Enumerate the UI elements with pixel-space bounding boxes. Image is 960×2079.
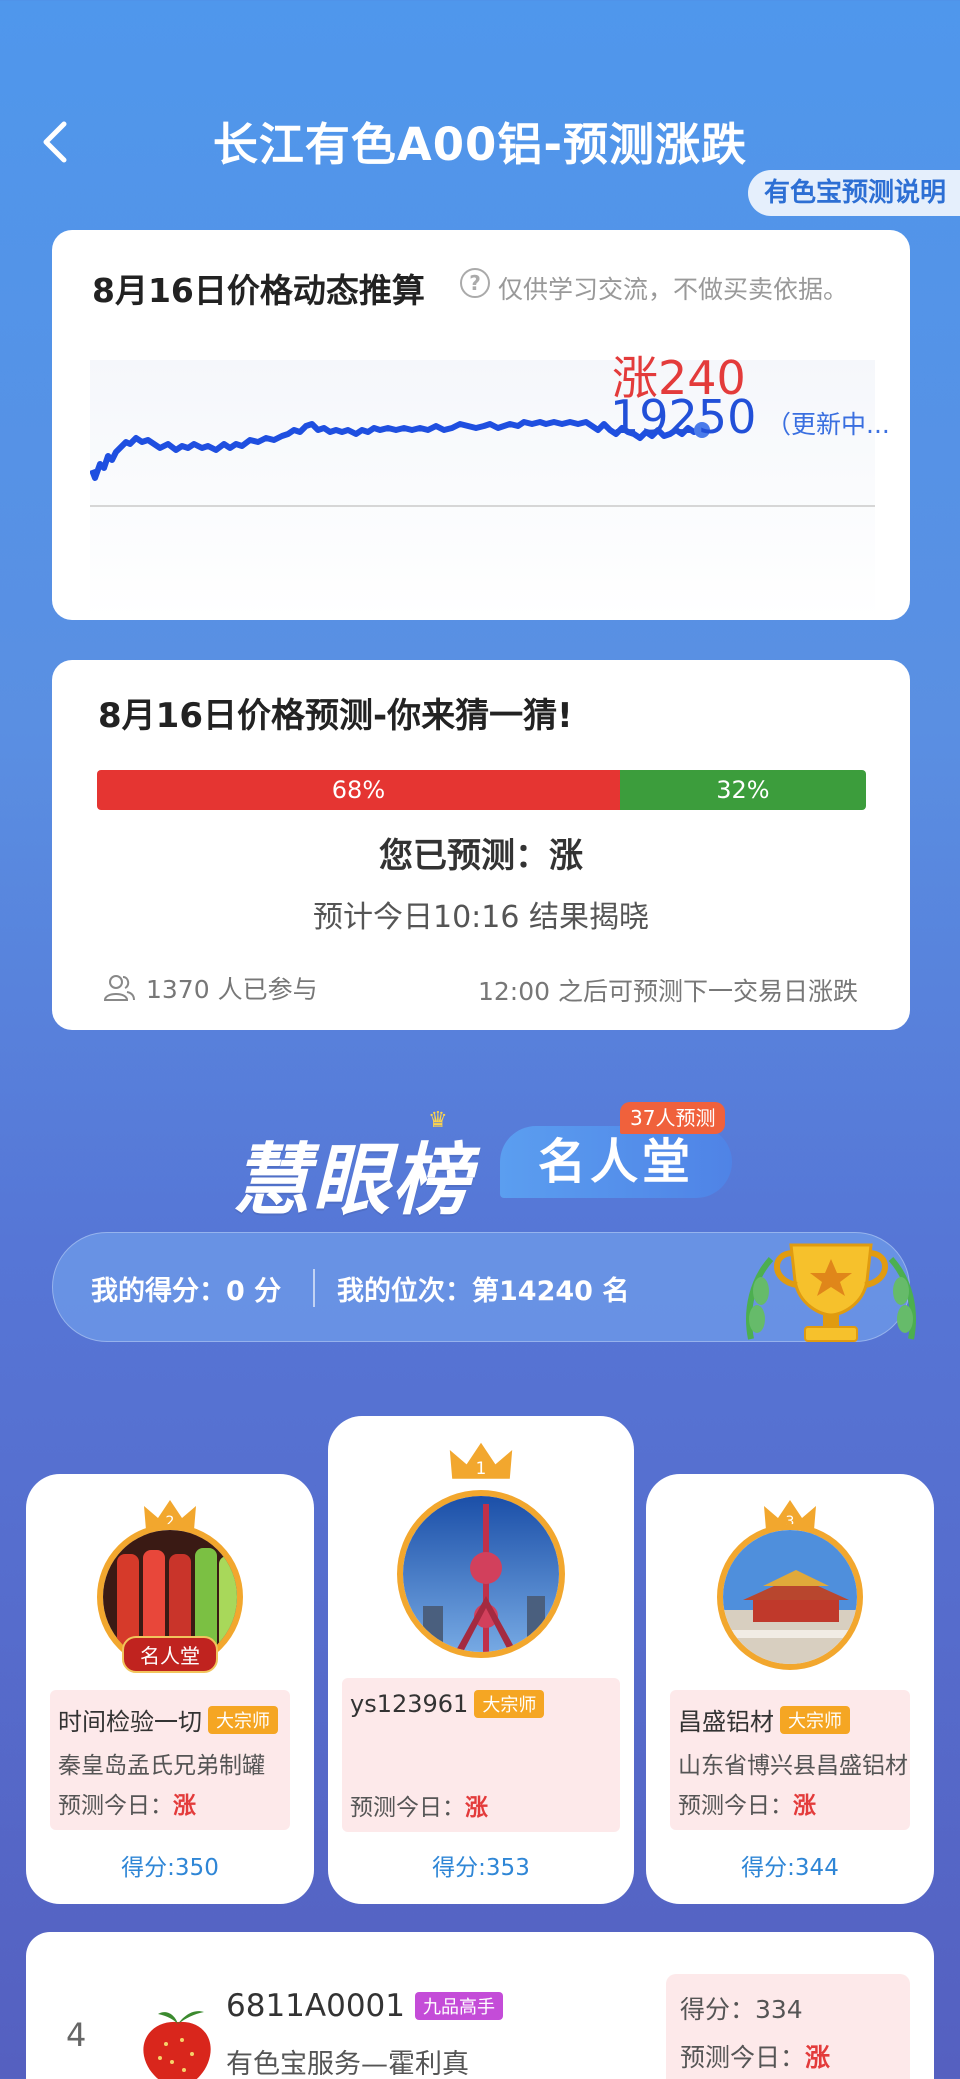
price-line <box>89 419 701 481</box>
participants: 1370 人已参与 <box>102 970 318 1006</box>
avatar <box>717 1524 863 1670</box>
rank-number: 4 <box>66 2016 87 2054</box>
vote-down-segment: 32% <box>619 770 866 810</box>
today-prediction: 预测今日：涨 <box>680 2043 831 2072</box>
user-score-box: 得分：334 预测今日：涨 <box>666 1974 910 2079</box>
user-name: 6811A0001 <box>226 1988 405 2024</box>
today-prediction: 预测今日：涨 <box>678 1793 816 1819</box>
page-title: 长江有色A00铝-预测涨跌 <box>212 118 748 171</box>
level-badge: 九品高手 <box>415 1992 503 2020</box>
my-score: 我的得分：0 分 <box>91 1276 282 1307</box>
prediction-card: 8月16日价格预测-你来猜一猜! 68% 32% 您已预测：涨 预计今日10:1… <box>52 660 910 1030</box>
user-name: 昌盛铝材 <box>678 1708 774 1736</box>
user-info: ys123961 大宗师 预测今日：涨 <box>342 1678 620 1832</box>
user-score: 得分:344 <box>741 1855 839 1881</box>
vote-up-segment: 68% <box>97 770 620 810</box>
my-score-bar: 我的得分：0 分 我的位次：第14240 名 <box>52 1232 916 1342</box>
user-info: 时间检验一切 大宗师 秦皇岛孟氏兄弟制罐 预测今日：涨 <box>50 1690 290 1830</box>
prediction-title: 8月16日价格预测-你来猜一猜! <box>98 696 573 736</box>
trend-disclaimer: 仅供学习交流，不做买卖依据。 <box>498 275 849 304</box>
hall-of-fame-tab[interactable]: 名人堂 <box>500 1126 732 1198</box>
podium-rank-1[interactable]: 1 ys123961 大宗师 预测今日：涨 得分:353 <box>328 1416 634 1904</box>
level-badge: 大宗师 <box>474 1690 545 1718</box>
participants-count: 1370 人已参与 <box>146 975 318 1004</box>
result-reveal-time: 预计今日10:16 结果揭晓 <box>313 900 649 935</box>
current-price: 19250 <box>610 390 757 444</box>
price-trend-card: 8月16日价格动态推算 ? 仅供学习交流，不做买卖依据。 涨240 19250 … <box>52 230 910 620</box>
divider <box>313 1269 315 1307</box>
my-prediction: 您已预测：涨 <box>379 836 583 876</box>
fame-tag: 名人堂 <box>122 1636 218 1673</box>
my-rank: 我的位次：第14240 名 <box>337 1276 630 1307</box>
svg-text:1: 1 <box>476 1458 487 1478</box>
crown-icon: ♛ <box>428 1108 448 1133</box>
fame-count-badge: 37人预测 <box>620 1102 726 1134</box>
today-prediction: 预测今日：涨 <box>58 1793 196 1819</box>
podium-rank-3[interactable]: 3 昌盛铝材 大宗师 山东省博兴县昌盛铝材 预测今日：涨 得分:344 <box>646 1474 934 1904</box>
today-prediction: 预测今日：涨 <box>350 1795 488 1821</box>
user-score: 得分：334 <box>680 1995 803 2024</box>
help-icon[interactable]: ? <box>460 268 490 298</box>
trophy-icon <box>746 1243 916 1342</box>
price-trend-chart <box>89 360 875 620</box>
user-score: 得分:350 <box>121 1855 219 1881</box>
avatar <box>143 2011 211 2079</box>
level-badge: 大宗师 <box>780 1705 850 1734</box>
podium-rank-2[interactable]: 2 名人堂 时间检验一切 大宗师 秦皇岛孟氏兄弟制罐 预测今日：涨 得分:350 <box>26 1474 314 1904</box>
company-name: 有色宝服务—霍利真 <box>226 2049 469 2079</box>
company-name: 秦皇岛孟氏兄弟制罐 <box>58 1753 265 1779</box>
level-badge: 大宗师 <box>208 1705 278 1734</box>
vote-ratio-bar: 68% 32% <box>97 770 866 810</box>
update-status: （更新中... <box>766 410 890 439</box>
avatar <box>397 1490 565 1658</box>
user-info: 昌盛铝材 大宗师 山东省博兴县昌盛铝材 预测今日：涨 <box>670 1690 910 1830</box>
user-name: ys123961 <box>350 1690 469 1718</box>
crown-icon: 1 <box>449 1442 513 1479</box>
prediction-explain-button[interactable]: 有色宝预测说明 <box>747 170 960 216</box>
people-icon <box>103 975 135 1001</box>
list-item[interactable]: 4 6811A0001 九品高手 有色宝服务—霍利真 得分：334 预测今日：涨 <box>26 1932 934 2079</box>
user-name: 时间检验一切 <box>58 1708 202 1736</box>
user-score: 得分:353 <box>432 1855 530 1881</box>
leaderboard-logo: 慧眼榜 <box>232 1136 473 1226</box>
next-prediction-info: 12:00 之后可预测下一交易日涨跌 <box>478 977 858 1006</box>
trend-title: 8月16日价格动态推算 <box>92 271 425 310</box>
company-name: 山东省博兴县昌盛铝材 <box>678 1753 908 1779</box>
